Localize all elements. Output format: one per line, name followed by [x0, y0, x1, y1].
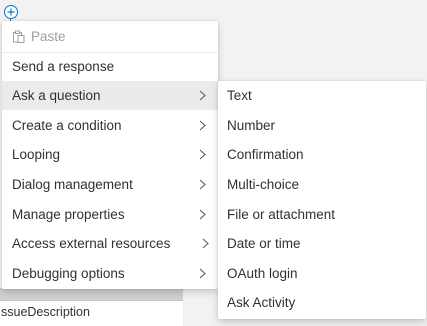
- ask-a-question-submenu: Text Number Confirmation Multi-choice Fi…: [218, 81, 426, 319]
- submenu-item-label: Number: [227, 117, 276, 133]
- submenu-item-label: Multi-choice: [227, 177, 300, 193]
- menu-item-create-a-condition[interactable]: Create a condition: [2, 111, 218, 140]
- menu-item-label: Ask a question: [12, 88, 101, 103]
- add-node-button[interactable]: [4, 5, 18, 19]
- submenu-item-label: Date or time: [227, 236, 301, 252]
- chevron-right-icon: [199, 90, 206, 101]
- submenu-item-label: Confirmation: [227, 147, 304, 163]
- submenu-item-confirmation[interactable]: Confirmation: [218, 140, 426, 170]
- submenu-item-date-or-time[interactable]: Date or time: [218, 229, 426, 259]
- menu-item-paste-label: Paste: [31, 29, 66, 44]
- chevron-right-icon: [199, 268, 206, 279]
- plus-circle-icon: [7, 8, 15, 16]
- submenu-item-label: OAuth login: [227, 265, 298, 281]
- menu-item-label: Send a response: [12, 59, 115, 74]
- chevron-right-icon: [199, 149, 206, 160]
- submenu-item-oauth-login[interactable]: OAuth login: [218, 259, 426, 289]
- menu-item-send-a-response[interactable]: Send a response: [2, 52, 218, 81]
- canvas-property-field[interactable]: ssueDescription: [0, 300, 183, 326]
- submenu-item-label: Ask Activity: [227, 295, 296, 311]
- chevron-right-icon: [199, 179, 206, 190]
- submenu-item-file-or-attachment[interactable]: File or attachment: [218, 199, 426, 229]
- menu-item-label: Create a condition: [12, 118, 122, 133]
- canvas-property-field-text: ssueDescription: [1, 305, 90, 319]
- menu-item-label: Access external resources: [12, 236, 171, 251]
- submenu-item-multi-choice[interactable]: Multi-choice: [218, 170, 426, 200]
- submenu-item-label: File or attachment: [227, 206, 336, 222]
- chevron-right-icon: [202, 238, 209, 249]
- submenu-item-label: Text: [227, 88, 252, 104]
- menu-item-paste[interactable]: Paste: [2, 22, 218, 51]
- submenu-item-text[interactable]: Text: [218, 81, 426, 111]
- menu-item-ask-a-question[interactable]: Ask a question: [2, 81, 218, 110]
- submenu-item-ask-activity[interactable]: Ask Activity: [218, 288, 426, 318]
- menu-item-manage-properties[interactable]: Manage properties: [2, 200, 218, 229]
- menu-item-debugging-options[interactable]: Debugging options: [2, 259, 218, 288]
- menu-item-label: Dialog management: [12, 177, 133, 192]
- menu-item-dialog-management[interactable]: Dialog management: [2, 170, 218, 199]
- add-action-menu: Paste Send a response Ask a question Cre…: [2, 21, 218, 289]
- chevron-right-icon: [199, 209, 206, 220]
- chevron-right-icon: [199, 120, 206, 131]
- submenu-item-number[interactable]: Number: [218, 111, 426, 141]
- menu-item-label: Debugging options: [12, 266, 125, 281]
- menu-item-looping[interactable]: Looping: [2, 140, 218, 169]
- menu-item-label: Looping: [12, 147, 61, 162]
- clipboard-icon: [13, 30, 25, 43]
- menu-item-label: Manage properties: [12, 207, 125, 222]
- menu-item-access-external-resources[interactable]: Access external resources: [2, 229, 218, 258]
- canvas-node-header: [0, 288, 183, 300]
